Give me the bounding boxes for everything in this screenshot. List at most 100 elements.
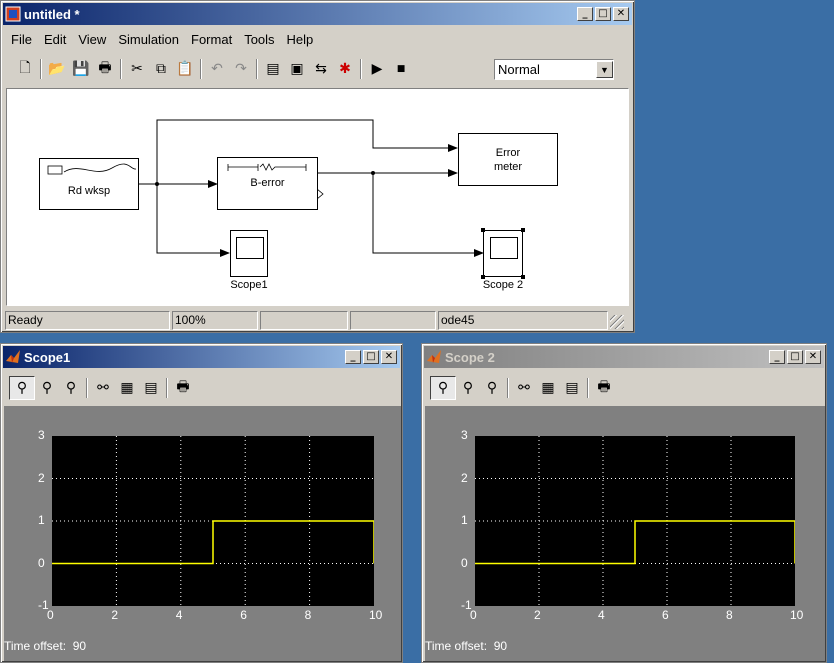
menu-bar: File Edit View Simulation Format Tools H… [5, 29, 630, 49]
error-meter-label-1: Error [495, 147, 521, 159]
y-tick-label: 3 [461, 428, 468, 442]
x-tick-label: 10 [369, 608, 383, 622]
y-tick-label: -1 [38, 598, 49, 612]
scope2-block[interactable] [481, 228, 525, 279]
scope-screen-icon [490, 237, 518, 259]
zoom-icon[interactable]: ⚲ [430, 376, 456, 400]
menu-format[interactable]: Format [185, 32, 238, 47]
menu-edit[interactable]: Edit [38, 32, 72, 47]
simulink-icon [5, 6, 21, 22]
model-titlebar[interactable]: untitled * _ □ ✕ [3, 3, 632, 25]
chevron-down-icon[interactable]: ▼ [596, 61, 613, 78]
save-axes-icon[interactable]: ▦ [536, 377, 560, 399]
b-error-block[interactable]: B-error [217, 157, 318, 210]
plot-svg [475, 436, 795, 606]
menu-view[interactable]: View [72, 32, 112, 47]
parameters-icon[interactable]: ▤ [139, 377, 163, 399]
scope2-titlebar[interactable]: Scope 2 _ □ ✕ [424, 346, 824, 368]
cut-icon[interactable]: ✂ [125, 58, 149, 80]
status-state: Ready [5, 311, 170, 330]
zoom-x-icon[interactable]: ⚲ [456, 377, 480, 399]
waveform-icon [47, 163, 137, 175]
minimize-button[interactable]: _ [577, 7, 593, 21]
x-tick-label: 4 [175, 608, 183, 622]
copy-icon[interactable]: ⧉ [149, 58, 173, 80]
print-icon[interactable]: 🖶 [592, 377, 616, 399]
start-simulation-icon[interactable]: ▶ [365, 58, 389, 80]
time-offset: Time offset: 90 [425, 639, 507, 653]
time-offset: Time offset: 90 [4, 639, 86, 653]
menu-tools[interactable]: Tools [238, 32, 280, 47]
model-explorer-icon[interactable]: ▣ [285, 58, 309, 80]
close-button[interactable]: ✕ [381, 350, 397, 364]
menu-help[interactable]: Help [281, 32, 320, 47]
status-bar: Ready 100% ode45 [5, 311, 630, 331]
model-canvas[interactable]: Rd wksp B-error Error meter Scope1 Scope… [6, 88, 629, 306]
save-axes-icon[interactable]: ▦ [115, 377, 139, 399]
go-to-parent-icon[interactable]: ⇆ [309, 58, 333, 80]
zoom-y-icon[interactable]: ⚲ [480, 377, 504, 399]
scope1-titlebar[interactable]: Scope1 _ □ ✕ [3, 346, 400, 368]
close-button[interactable]: ✕ [613, 7, 629, 21]
save-icon[interactable]: 💾 [69, 58, 93, 80]
maximize-button[interactable]: □ [363, 350, 379, 364]
open-icon[interactable]: 📂 [45, 58, 69, 80]
paste-icon[interactable]: 📋 [173, 58, 197, 80]
zoom-icon[interactable]: ⚲ [9, 376, 35, 400]
minimize-button[interactable]: _ [345, 350, 361, 364]
b-error-output-port [317, 189, 324, 199]
y-tick-label: -1 [461, 598, 472, 612]
read-workspace-block[interactable]: Rd wksp [39, 158, 139, 210]
time-offset-label: Time offset: [4, 639, 67, 653]
plot-area[interactable] [52, 436, 374, 606]
status-field-3 [260, 311, 348, 330]
undo-icon[interactable]: ↶ [205, 58, 229, 80]
subsystem-icon [227, 163, 307, 171]
read-workspace-label: Rd wksp [67, 185, 111, 197]
scope2-title: Scope 2 [445, 349, 495, 365]
print-icon[interactable]: 🖶 [93, 58, 117, 80]
x-tick-label: 6 [662, 608, 669, 622]
y-tick-label: 0 [461, 555, 468, 570]
maximize-button[interactable]: □ [595, 7, 611, 21]
selection-handle[interactable] [521, 228, 525, 232]
y-tick-label: 2 [38, 470, 45, 485]
debug-icon[interactable]: ✱ [333, 58, 357, 80]
stop-simulation-icon[interactable]: ■ [389, 58, 413, 80]
scope2-window: Scope 2 _ □ ✕ ⚲ ⚲ ⚲ ⚯ ▦ ▤ 🖶 0 2 4 6 8 10 3 2 1 0-… [421, 343, 827, 663]
matlab-icon [427, 350, 441, 363]
scope1-display: 0 2 4 6 8 10 3 2 1 0 -1 Time offset: 90 [4, 406, 401, 661]
simulation-mode-select[interactable]: Normal ▼ [494, 59, 614, 80]
library-browser-icon[interactable]: ▤ [261, 58, 285, 80]
scope1-title: Scope1 [24, 349, 71, 365]
zoom-x-icon[interactable]: ⚲ [35, 377, 59, 399]
x-tick-label: 2 [534, 608, 541, 622]
plot-svg [52, 436, 374, 606]
signal-trace [52, 520, 374, 565]
autoscale-icon[interactable]: ⚯ [91, 377, 115, 399]
b-error-label: B-error [250, 177, 285, 189]
x-tick-label: 4 [598, 608, 605, 622]
plot-area[interactable] [475, 436, 795, 606]
maximize-button[interactable]: □ [787, 350, 803, 364]
scope2-label: Scope 2 [482, 279, 524, 291]
model-title: untitled * [24, 6, 80, 22]
zoom-y-icon[interactable]: ⚲ [59, 377, 83, 399]
minimize-button[interactable]: _ [769, 350, 785, 364]
y-tick-label: 0 [38, 555, 45, 570]
scope1-block[interactable] [230, 230, 268, 277]
close-button[interactable]: ✕ [805, 350, 821, 364]
new-icon[interactable]: 🗋 [13, 58, 37, 80]
status-field-4 [350, 311, 436, 330]
parameters-icon[interactable]: ▤ [560, 377, 584, 399]
menu-file[interactable]: File [5, 32, 38, 47]
redo-icon[interactable]: ↷ [229, 58, 253, 80]
menu-simulation[interactable]: Simulation [112, 32, 185, 47]
time-offset-value: 90 [72, 639, 87, 653]
selection-handle[interactable] [481, 228, 485, 232]
print-icon[interactable]: 🖶 [171, 377, 195, 399]
resize-grip-icon[interactable] [610, 315, 624, 329]
autoscale-icon[interactable]: ⚯ [512, 377, 536, 399]
time-offset-value: 90 [493, 639, 508, 653]
error-meter-block[interactable]: Error meter [458, 133, 558, 186]
